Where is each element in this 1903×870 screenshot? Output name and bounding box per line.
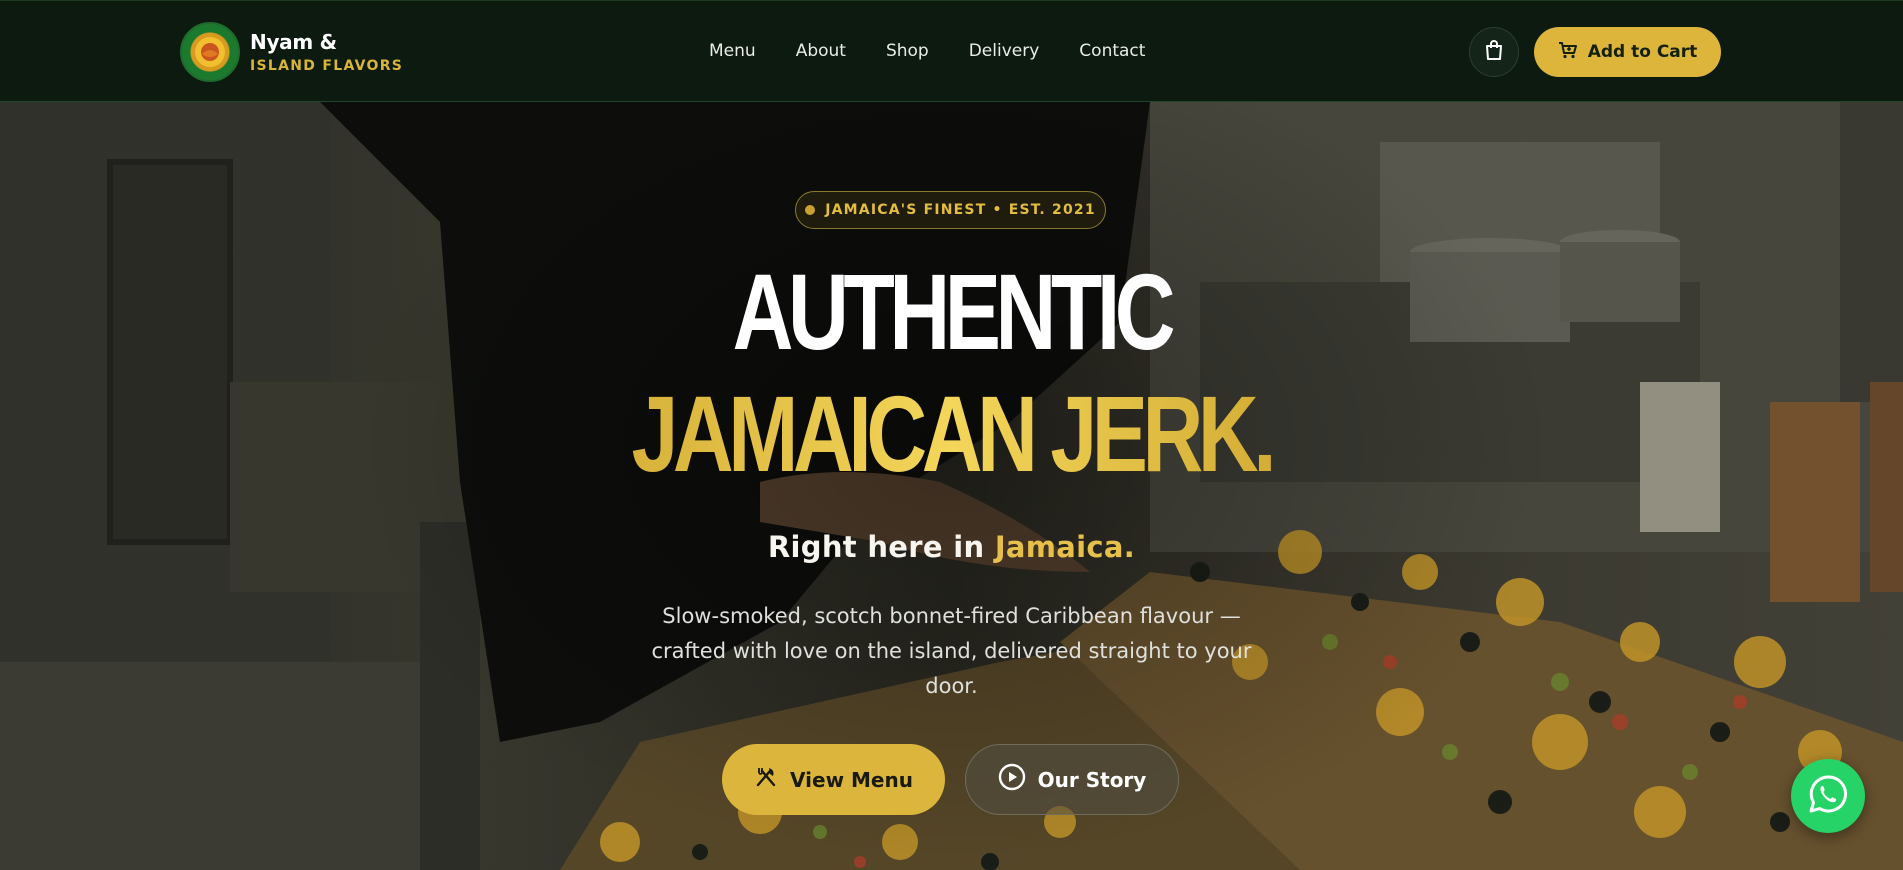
nav-links: Menu About Shop Delivery Contact: [709, 41, 1185, 61]
brand-subtitle: ISLAND FLAVORS: [250, 57, 404, 74]
hero-title-line-2-text: JAMAICAN JERK.: [631, 373, 1277, 494]
hero-description: Slow-smoked, scotch bonnet-fired Caribbe…: [651, 604, 1252, 698]
nav-link-about[interactable]: About: [796, 41, 846, 61]
hero-title-line-1: AUTHENTIC: [732, 251, 1176, 372]
brand[interactable]: Nyam & ISLAND FLAVORS: [180, 21, 403, 83]
play-circle-icon: [998, 763, 1026, 796]
hero-title-line-2: JAMAICAN JERK.: [209, 380, 1693, 488]
view-menu-button[interactable]: View Menu: [722, 744, 945, 815]
nav-link-menu[interactable]: Menu: [709, 41, 756, 61]
tagline-prefix: Right here in: [767, 530, 985, 564]
brand-logo: [180, 22, 240, 82]
top-navigation: Nyam & ISLAND FLAVORS Menu About Shop De…: [0, 0, 1903, 102]
add-to-cart-button[interactable]: Add to Cart: [1534, 27, 1721, 77]
brand-name: Nyam &: [250, 29, 337, 54]
add-to-cart-label: Add to Cart: [1587, 42, 1698, 62]
view-menu-label: View Menu: [790, 767, 913, 792]
hero-tagline: Right here in Jamaica.: [0, 530, 1903, 564]
nav-link-shop[interactable]: Shop: [886, 41, 929, 61]
utensils-icon: [754, 765, 778, 794]
cart-icon: [1558, 41, 1578, 64]
nav-link-contact[interactable]: Contact: [1079, 41, 1145, 61]
whatsapp-button[interactable]: [1791, 759, 1865, 833]
tagline-highlight: Jamaica.: [994, 530, 1136, 564]
shopping-bag-button[interactable]: [1469, 27, 1519, 77]
nav-link-delivery[interactable]: Delivery: [969, 41, 1040, 61]
hero-badge: JAMAICA'S FINEST • EST. 2021: [795, 191, 1106, 229]
shopping-bag-icon: [1484, 39, 1504, 65]
our-story-button[interactable]: Our Story: [965, 744, 1179, 815]
badge-dot-icon: [805, 205, 816, 215]
our-story-label: Our Story: [1037, 767, 1147, 792]
badge-text: JAMAICA'S FINEST • EST. 2021: [825, 202, 1096, 218]
whatsapp-icon: [1807, 773, 1849, 819]
